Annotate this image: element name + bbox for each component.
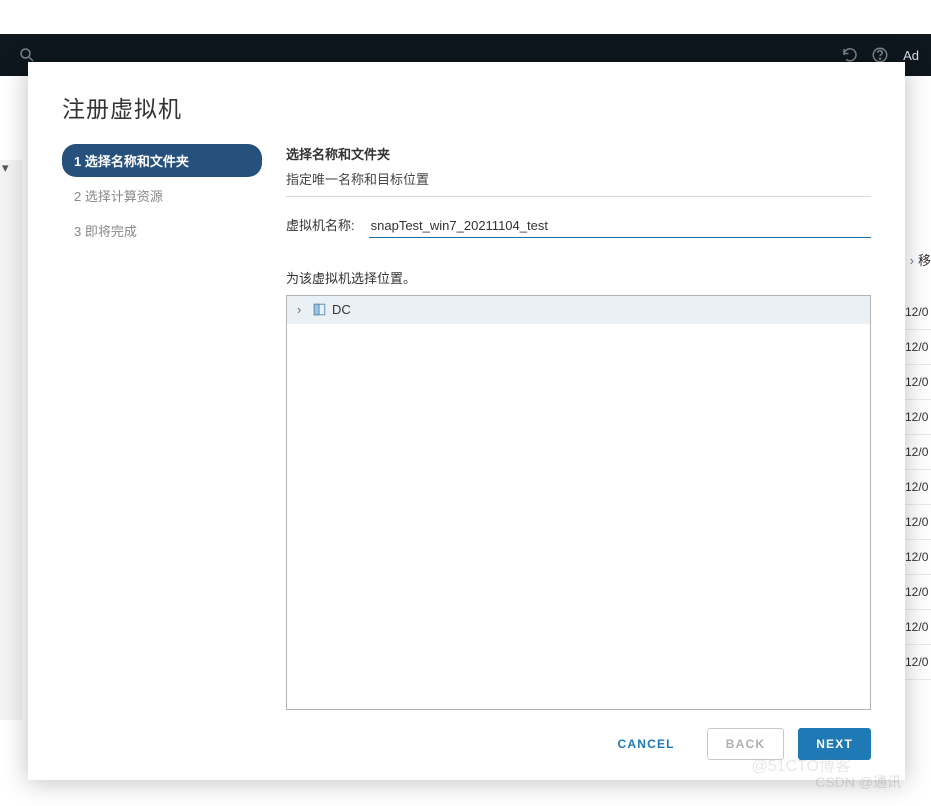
step-label: 即将完成 — [85, 224, 137, 239]
location-tree[interactable]: › DC — [286, 295, 871, 710]
back-button[interactable]: BACK — [707, 728, 784, 760]
cancel-button[interactable]: CANCEL — [600, 728, 693, 760]
step-label: 选择计算资源 — [85, 189, 163, 204]
modal-footer: CANCEL BACK NEXT — [62, 710, 871, 760]
bg-move-label: 移 — [910, 250, 931, 269]
wizard-steps: 1 选择名称和文件夹 2 选择计算资源 3 即将完成 — [62, 144, 262, 710]
tree-item-label: DC — [332, 302, 351, 317]
next-button[interactable]: NEXT — [798, 728, 871, 760]
step-3[interactable]: 3 即将完成 — [62, 214, 262, 247]
section-subtitle: 指定唯一名称和目标位置 — [286, 169, 871, 197]
vm-name-label: 虚拟机名称: — [286, 215, 355, 234]
step-2[interactable]: 2 选择计算资源 — [62, 179, 262, 212]
step-num: 3 — [74, 224, 81, 239]
bg-sidebar-chevron-icon: ▾ — [2, 160, 9, 176]
admin-label[interactable]: Ad — [903, 48, 919, 63]
wizard-content: 选择名称和文件夹 指定唯一名称和目标位置 虚拟机名称: 为该虚拟机选择位置。 ›… — [286, 144, 871, 710]
step-num: 1 — [74, 154, 81, 169]
step-label: 选择名称和文件夹 — [85, 154, 189, 169]
register-vm-modal: 注册虚拟机 1 选择名称和文件夹 2 选择计算资源 3 即将完成 选择名称和文件… — [28, 62, 905, 780]
chevron-right-icon[interactable]: › — [297, 302, 307, 317]
location-label: 为该虚拟机选择位置。 — [286, 268, 871, 287]
section-title: 选择名称和文件夹 — [286, 144, 871, 163]
bg-sidebar — [0, 160, 22, 720]
modal-body: 1 选择名称和文件夹 2 选择计算资源 3 即将完成 选择名称和文件夹 指定唯一… — [62, 144, 871, 710]
step-num: 2 — [74, 189, 81, 204]
vm-name-input[interactable] — [369, 215, 871, 238]
datacenter-icon — [313, 303, 326, 316]
step-1[interactable]: 1 选择名称和文件夹 — [62, 144, 262, 177]
modal-title: 注册虚拟机 — [62, 90, 871, 124]
tree-item-dc[interactable]: › DC — [287, 296, 870, 324]
vm-name-row: 虚拟机名称: — [286, 215, 871, 238]
